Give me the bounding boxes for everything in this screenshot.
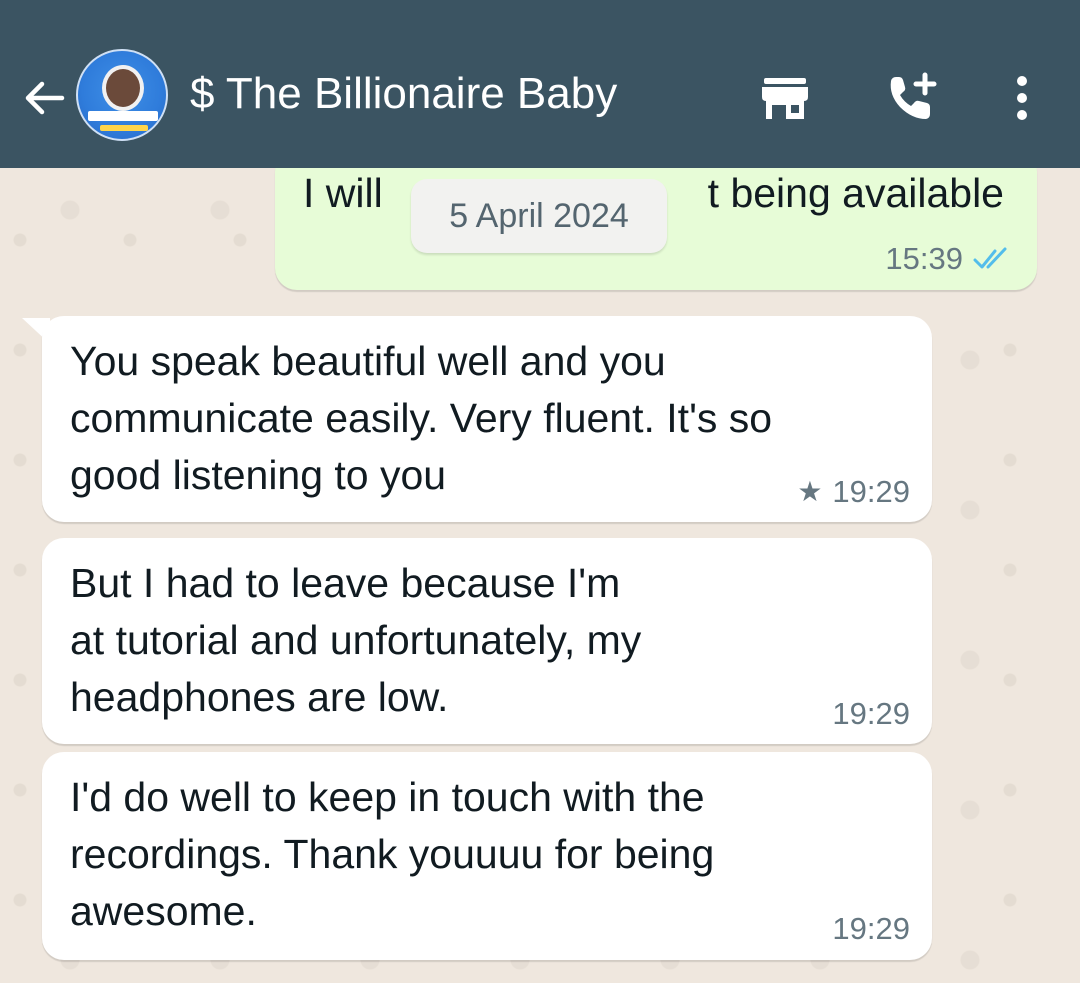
avatar-banner <box>88 111 158 121</box>
more-options-button[interactable] <box>992 70 1052 126</box>
chat-title[interactable]: $ The Billionaire Baby <box>190 66 617 122</box>
back-arrow-icon <box>25 81 65 115</box>
contact-avatar[interactable] <box>76 49 168 141</box>
message-meta: 19:29 <box>832 696 910 732</box>
incoming-message[interactable]: But I had to leave because I'm at tutori… <box>42 538 932 744</box>
message-meta: ★ 19:29 <box>797 474 910 510</box>
message-time: 19:29 <box>832 911 910 946</box>
avatar-photo <box>106 69 140 107</box>
outgoing-message-text-end: t being available <box>707 170 1004 216</box>
date-separator-chip: 5 April 2024 <box>411 179 667 253</box>
outgoing-message-meta: 15:39 <box>885 241 1013 277</box>
storefront-icon <box>762 78 808 119</box>
message-time: 19:29 <box>832 696 910 731</box>
star-icon: ★ <box>797 476 823 507</box>
catalog-button[interactable] <box>755 70 815 126</box>
message-time: 19:29 <box>832 474 910 509</box>
message-text: You speak beautiful well and you communi… <box>70 338 773 498</box>
message-text: But I had to leave because I'm at tutori… <box>70 560 642 720</box>
incoming-message[interactable]: You speak beautiful well and you communi… <box>42 316 932 522</box>
incoming-message[interactable]: I'd do well to keep in touch with the re… <box>42 752 932 960</box>
message-text: I'd do well to keep in touch with the re… <box>70 774 715 934</box>
message-time: 15:39 <box>885 241 963 276</box>
add-call-button[interactable] <box>882 70 942 126</box>
outgoing-message-text-start: I will <box>303 170 395 216</box>
double-check-read-icon <box>973 247 1007 269</box>
more-vert-icon <box>1017 76 1027 120</box>
avatar-banner-accent <box>100 125 148 131</box>
back-button[interactable] <box>18 72 70 124</box>
message-meta: 19:29 <box>832 911 910 947</box>
add-call-icon <box>890 72 937 119</box>
chat-header: $ The Billionaire Baby <box>0 0 1080 168</box>
